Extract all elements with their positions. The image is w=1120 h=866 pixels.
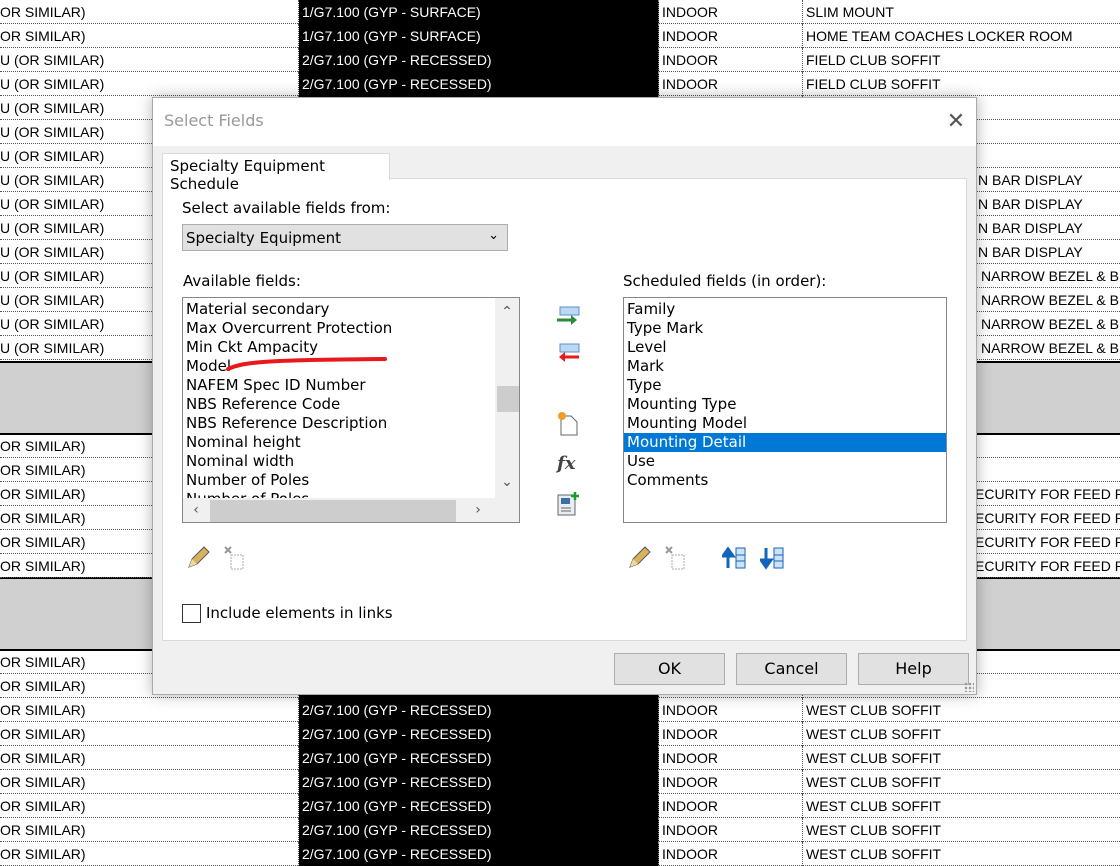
table-cell: OR SIMILAR)	[0, 842, 299, 866]
help-button[interactable]: Help	[858, 653, 969, 685]
chevron-down-icon: ⌄	[488, 228, 499, 243]
table-cell: 2/G7.100 (GYP - RECESSED)	[299, 842, 659, 866]
move-up-icon[interactable]	[722, 545, 748, 571]
available-fields-label: Available fields:	[183, 272, 301, 290]
delete-parameter-icon	[665, 546, 685, 570]
table-cell: 1/G7.100 (GYP - SURFACE)	[299, 0, 659, 24]
table-cell: INDOOR	[659, 770, 803, 794]
table-cell: WEST CLUB SOFFIT	[806, 726, 942, 742]
table-row[interactable]: OR SIMILAR) 2/G7.100 (GYP - RECESSED) INDO…	[0, 746, 1120, 770]
table-cell: WEST CLUB SOFFIT	[806, 846, 942, 862]
table-row[interactable]: OR SIMILAR) 2/G7.100 (GYP - RECESSED) INDO…	[0, 722, 1120, 746]
list-item[interactable]: Family	[624, 300, 946, 319]
table-cell: FIELD CLUB SOFFIT	[806, 52, 941, 68]
table-cell: OR SIMILAR)	[0, 746, 299, 770]
table-cell: INDOOR	[659, 0, 803, 24]
table-cell: OR SIMILAR)	[0, 794, 299, 818]
table-cell: OR SIMILAR)	[0, 698, 299, 722]
red-annotation-arrow	[226, 357, 387, 371]
cancel-button[interactable]: Cancel	[736, 653, 847, 685]
table-cell: OR SIMILAR)	[0, 722, 299, 746]
table-cell: INDOOR	[659, 746, 803, 770]
table-cell: WEST CLUB SOFFIT	[806, 822, 942, 838]
delete-parameter-icon	[224, 546, 244, 570]
move-down-icon[interactable]	[760, 545, 786, 571]
source-dropdown[interactable]: Specialty Equipment ⌄	[182, 224, 508, 251]
table-cell: 2/G7.100 (GYP - RECESSED)	[299, 48, 659, 72]
scheduled-fields-list[interactable]: Family Type Mark Level Mark Type Mounting Typ…	[623, 297, 947, 523]
table-cell: OR SIMILAR)	[0, 0, 299, 24]
source-value: Specialty Equipment	[186, 229, 341, 247]
remove-parameter-icon[interactable]	[555, 341, 581, 367]
table-cell: WEST CLUB SOFFIT	[806, 702, 942, 718]
table-cell: 2/G7.100 (GYP - RECESSED)	[299, 746, 659, 770]
ok-button[interactable]: OK	[614, 653, 725, 685]
edit-parameter-icon[interactable]	[185, 545, 211, 571]
list-item[interactable]: Mounting Type	[624, 395, 946, 414]
table-cell: INDOOR	[659, 698, 803, 722]
table-row[interactable]: OR SIMILAR) 2/G7.100 (GYP - RECESSED) INDO…	[0, 794, 1120, 818]
dialog-titlebar: Select Fields ✕	[153, 98, 976, 146]
edit-parameter-icon[interactable]	[626, 545, 652, 571]
table-row[interactable]: OR SIMILAR) 2/G7.100 (GYP - RECESSED) INDO…	[0, 842, 1120, 866]
list-item[interactable]: Mark	[624, 357, 946, 376]
table-row[interactable]: U (OR SIMILAR) 2/G7.100 (GYP - RECESSED) I…	[0, 48, 1120, 72]
include-links-checkbox[interactable]	[182, 604, 201, 623]
table-cell: OR SIMILAR)	[0, 24, 299, 48]
table-cell: INDOOR	[659, 842, 803, 866]
table-row[interactable]: OR SIMILAR) 2/G7.100 (GYP - RECESSED) INDO…	[0, 818, 1120, 842]
available-fields-list[interactable]: Material secondary Max Overcurrent Protec…	[182, 297, 520, 523]
table-cell: HOME TEAM COACHES LOCKER ROOM	[806, 28, 1073, 44]
table-cell: INDOOR	[659, 72, 803, 96]
resize-grip[interactable]	[964, 682, 974, 692]
table-row[interactable]: OR SIMILAR) 2/G7.100 (GYP - RECESSED) INDO…	[0, 770, 1120, 794]
table-row[interactable]: OR SIMILAR) 1/G7.100 (GYP - SURFACE) INDOO…	[0, 0, 1120, 24]
table-cell: WEST CLUB SOFFIT	[806, 750, 942, 766]
table-cell: 2/G7.100 (GYP - RECESSED)	[299, 698, 659, 722]
table-row[interactable]: OR SIMILAR) 2/G7.100 (GYP - RECESSED) INDO…	[0, 698, 1120, 722]
select-fields-dialog: Select Fields ✕ Specialty Equipment Sche…	[152, 97, 977, 695]
table-cell: INDOOR	[659, 48, 803, 72]
table-cell: WEST CLUB SOFFIT	[806, 798, 942, 814]
table-cell: 2/G7.100 (GYP - RECESSED)	[299, 770, 659, 794]
list-item[interactable]: Type Mark	[624, 319, 946, 338]
table-cell: WEST CLUB SOFFIT	[806, 774, 942, 790]
combine-parameters-icon[interactable]	[555, 491, 581, 517]
table-cell: 1/G7.100 (GYP - SURFACE)	[299, 24, 659, 48]
calculated-value-icon[interactable]: fx	[557, 453, 583, 479]
list-item[interactable]: Mounting Detail	[624, 433, 946, 452]
close-icon[interactable]: ✕	[943, 108, 969, 134]
list-item[interactable]: Mounting Model	[624, 414, 946, 433]
table-cell: OR SIMILAR)	[0, 818, 299, 842]
table-row[interactable]: OR SIMILAR) 1/G7.100 (GYP - SURFACE) INDOO…	[0, 24, 1120, 48]
list-item[interactable]: Comments	[624, 471, 946, 490]
table-cell: OR SIMILAR)	[0, 770, 299, 794]
tab-specialty-equipment-schedule[interactable]: Specialty Equipment Schedule	[162, 153, 390, 193]
new-parameter-icon[interactable]	[555, 411, 581, 437]
table-cell: INDOOR	[659, 24, 803, 48]
table-cell: 2/G7.100 (GYP - RECESSED)	[299, 722, 659, 746]
list-item[interactable]: Level	[624, 338, 946, 357]
table-cell: INDOOR	[659, 794, 803, 818]
table-cell: U (OR SIMILAR)	[0, 48, 299, 72]
scheduled-fields-label: Scheduled fields (in order):	[623, 272, 827, 290]
table-cell: U (OR SIMILAR)	[0, 72, 299, 96]
table-row[interactable]: U (OR SIMILAR) 2/G7.100 (GYP - RECESSED) I…	[0, 72, 1120, 96]
table-cell: 2/G7.100 (GYP - RECESSED)	[299, 818, 659, 842]
table-cell: 2/G7.100 (GYP - RECESSED)	[299, 72, 659, 96]
table-cell: INDOOR	[659, 722, 803, 746]
table-cell: SLIM MOUNT	[806, 4, 894, 20]
list-item[interactable]: Type	[624, 376, 946, 395]
add-parameter-icon[interactable]	[555, 304, 581, 330]
source-label: Select available fields from:	[182, 199, 391, 217]
table-cell: INDOOR	[659, 818, 803, 842]
table-cell: FIELD CLUB SOFFIT	[806, 76, 941, 92]
list-item[interactable]: Use	[624, 452, 946, 471]
include-links-label: Include elements in links	[206, 604, 393, 622]
dialog-title: Select Fields	[164, 111, 264, 130]
table-cell: 2/G7.100 (GYP - RECESSED)	[299, 794, 659, 818]
